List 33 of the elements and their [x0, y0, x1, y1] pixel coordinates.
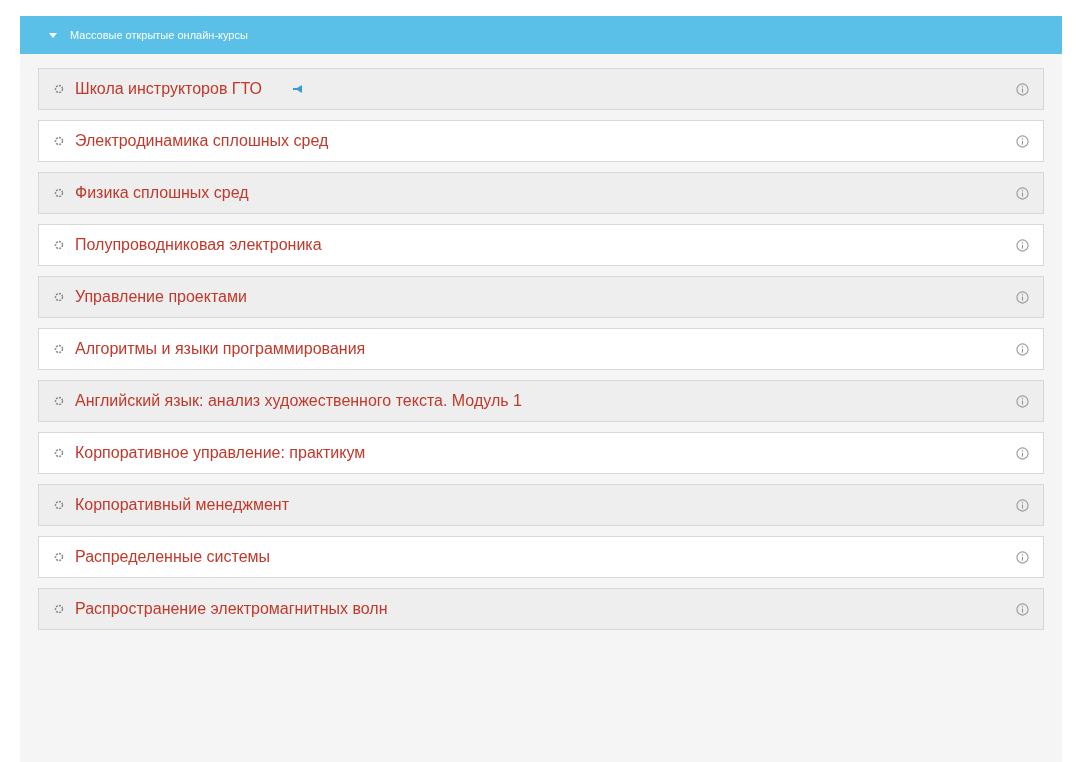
info-icon[interactable]: [1016, 550, 1029, 564]
info-icon[interactable]: [1016, 238, 1029, 252]
info-icon[interactable]: [1016, 446, 1029, 460]
course-link[interactable]: Корпоративное управление: практикум: [75, 441, 366, 465]
info-icon[interactable]: [1016, 186, 1029, 200]
info-icon[interactable]: [1016, 498, 1029, 512]
course-icon: [53, 135, 65, 147]
info-icon[interactable]: [1016, 394, 1029, 408]
course-link[interactable]: Управление проектами: [75, 285, 247, 309]
course-link[interactable]: Английский язык: анализ художественного текста. Модуль 1: [75, 389, 522, 413]
course-icon: [53, 395, 65, 407]
course-link[interactable]: Электродинамика сплошных сред: [75, 129, 329, 153]
course-icon: [53, 83, 65, 95]
info-icon[interactable]: [1016, 342, 1029, 356]
info-icon[interactable]: [1016, 82, 1029, 96]
course-icon: [53, 291, 65, 303]
course-link[interactable]: Корпоративный менеджмент: [75, 493, 289, 517]
course-icon: [53, 603, 65, 615]
course-link[interactable]: Школа инструкторов ГТО: [75, 77, 263, 101]
course-icon: [53, 239, 65, 251]
info-icon[interactable]: [1016, 290, 1029, 304]
course-link[interactable]: Алгоритмы и языки программирования: [75, 337, 366, 361]
course-icon: [53, 551, 65, 563]
course-icon: [53, 343, 65, 355]
course-icon: [53, 499, 65, 511]
course-link[interactable]: Распространение электромагнитных волн: [75, 597, 388, 621]
course-icon: [53, 187, 65, 199]
course-icon: [53, 447, 65, 459]
course-link[interactable]: Распределенные системы: [75, 545, 271, 569]
course-link[interactable]: Физика сплошных сред: [75, 181, 249, 205]
info-icon[interactable]: [1016, 602, 1029, 616]
course-link[interactable]: Полупроводниковая электроника: [75, 233, 322, 257]
info-icon[interactable]: [1016, 134, 1029, 148]
